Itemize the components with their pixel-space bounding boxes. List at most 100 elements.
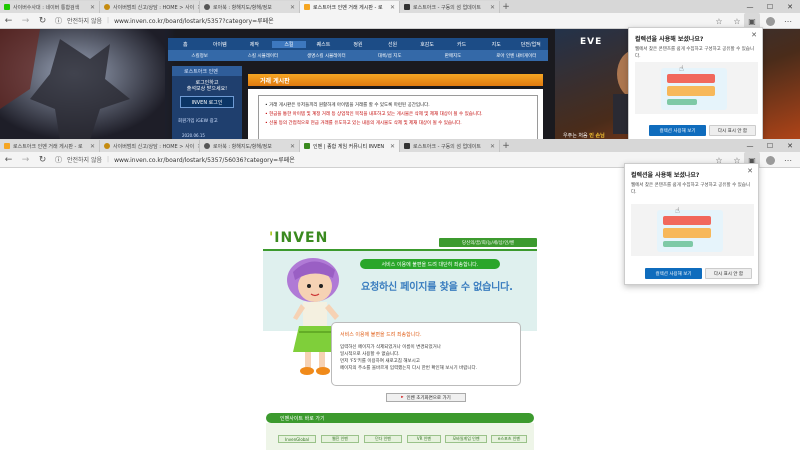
maximize-icon[interactable]: ☐ [760, 139, 780, 152]
close-tab-icon[interactable]: ✕ [90, 143, 95, 150]
inven-sub-menu: 스킬정보 스킬 시뮬레이터 생명스킬 시뮬레이터 대륙/섬 지도 판매지도 로아… [168, 50, 548, 61]
menu-rapport[interactable]: 호감도 [410, 41, 445, 48]
close-tab-icon[interactable]: ✕ [290, 143, 295, 150]
new-tab-button[interactable]: + [500, 140, 512, 152]
shortcut-header: 인벤사이트 바로 가기 [266, 413, 534, 423]
close-tab-icon[interactable]: ✕ [290, 4, 295, 11]
side-date: 2020.06.15 [182, 133, 205, 138]
menu-card[interactable]: 카드 [444, 41, 479, 48]
naver-favicon-icon [4, 4, 10, 10]
close-window-icon[interactable]: ✕ [780, 0, 800, 13]
profile-avatar[interactable] [762, 152, 778, 168]
menu-home[interactable]: 홈 [168, 41, 203, 48]
forward-icon[interactable]: → [17, 152, 34, 168]
submenu-sale-map[interactable]: 판매지도 [421, 53, 484, 59]
site-link[interactable]: e스포츠 인벤 [491, 435, 527, 443]
close-popup-icon[interactable]: ✕ [751, 31, 757, 39]
top-links[interactable]: 당신의/꿈/희/능/세/상/인/벤 [439, 238, 537, 247]
info-icon[interactable]: ⓘ [55, 16, 62, 26]
submenu-skill-sim[interactable]: 스킬 시뮬레이터 [231, 53, 294, 59]
forward-icon[interactable]: → [17, 13, 34, 29]
tab-lostark-update[interactable]: 로스트아크 - 구동의 섬 업데이트 ✕ [400, 1, 500, 13]
apology-banner: 서비스 이용에 불편을 드려 대단히 죄송합니다. [360, 259, 500, 269]
url-field[interactable]: ⓘ 안전하지 않음 | www.inven.co.kr/board/lostar… [55, 155, 295, 165]
tab-inven-community[interactable]: 인벤 | 종합 게임 커뮤니티 INVEN ✕ [300, 140, 400, 152]
back-icon[interactable]: ← [0, 13, 17, 29]
menu-crew[interactable]: 선원 [375, 41, 410, 48]
tab-cyber-crime[interactable]: 사이버범죄 신고/상담 : HOME > 사이✕ [100, 1, 200, 13]
window-controls: — ☐ ✕ [740, 0, 800, 13]
submenu-navigator[interactable]: 로아 인벤 내비게이터 [485, 53, 548, 59]
tab-inven-trade-board[interactable]: 로스트아크 인벤 거래 게시판 - 로 ✕ [0, 140, 100, 152]
tab-loabook[interactable]: 로아북 : 항해지도/항해/정보 ✕ [200, 1, 300, 13]
popup-title: 컬렉션을 사용해 보셨나요? [631, 172, 700, 179]
loabook-favicon-icon [204, 143, 210, 149]
menu-map[interactable]: 지도 [479, 41, 514, 48]
close-tab-icon[interactable]: ✕ [490, 4, 495, 11]
dont-show-again-button[interactable]: 다시 표시 안 함 [709, 125, 756, 136]
dont-show-again-button[interactable]: 다시 표시 안 함 [705, 268, 752, 279]
loabook-favicon-icon [204, 4, 210, 10]
site-link[interactable]: InvenGlobal [278, 435, 316, 443]
police-favicon-icon [104, 4, 110, 10]
minimize-icon[interactable]: — [740, 0, 760, 13]
login-prompt: 로그인하고 출석보상 받으세요! [186, 80, 228, 92]
tab-bar: 로스트아크 인벤 거래 게시판 - 로 ✕ 사이버범죄 신고/상담 : HOME … [0, 139, 800, 152]
menu-craft[interactable]: 제작 [237, 41, 272, 48]
menu-garden[interactable]: 정원 [341, 41, 376, 48]
menu-item[interactable]: 아이템 [203, 41, 238, 48]
top-browser-window: 사이버수사대 : 네이버 통합검색 ✕ 사이버범죄 신고/상담 : HOME > … [0, 0, 800, 140]
tab-cyber-crime[interactable]: 사이버범죄 신고/상담 : HOME > 사이✕ [100, 140, 200, 152]
window-controls: — ☐ ✕ [740, 139, 800, 152]
try-collections-button[interactable]: 컬렉션 사용해 보기 [649, 125, 706, 136]
not-found-message: 요청하신 페이지를 찾을 수 없습니다. [361, 282, 513, 293]
maximize-icon[interactable]: ☐ [760, 0, 780, 13]
more-menu-icon[interactable]: ⋯ [780, 152, 796, 168]
close-popup-icon[interactable]: ✕ [747, 167, 753, 175]
back-icon[interactable]: ← [0, 152, 17, 168]
inven-logo[interactable]: 'INVEN [269, 230, 328, 246]
minimize-icon[interactable]: — [740, 139, 760, 152]
error-message-box: 서비스 이용에 불편을 드려 죄송합니다. 입력하신 페이지가 삭제되었거나 이… [331, 322, 521, 386]
side-links[interactable]: 회원가입 iGEW 광고 [178, 118, 238, 124]
tab-loabook[interactable]: 로아북 : 항해지도/항해/정보 ✕ [200, 140, 300, 152]
submenu-life-skill-sim[interactable]: 생명스킬 시뮬레이터 [295, 53, 358, 59]
site-link[interactable]: 모바일게임 인벤 [445, 435, 487, 443]
close-tab-icon[interactable]: ✕ [390, 4, 395, 11]
site-link[interactable]: 던다 인벤 [364, 435, 402, 443]
profile-avatar[interactable] [762, 13, 778, 29]
login-panel: 로스트아크 인벤 로그인하고 출석보상 받으세요! INVEN 로그인 회원가입 … [172, 66, 242, 140]
close-tab-icon[interactable]: ✕ [90, 4, 95, 11]
error-content: 'INVEN 당신의/꿈/희/능/세/상/인/벤 서비스 이용에 불편을 드려 … [263, 226, 537, 450]
inven-main-menu: 홈 아이템 제작 스킬 퀘스트 정원 선원 호감도 카드 지도 던전/업적 [168, 38, 548, 50]
collections-illustration: ☝ [635, 62, 758, 114]
error-box-line: 입력하신 페이지가 삭제되었거나 이름이 변경되었거나 [340, 345, 441, 350]
url-field[interactable]: ⓘ 안전하지 않음 | www.inven.co.kr/board/lostar… [55, 16, 274, 26]
popup-title: 컬렉션을 사용해 보셨나요? [635, 36, 704, 43]
close-tab-icon[interactable]: ✕ [390, 143, 395, 150]
submenu-island-map[interactable]: 대륙/섬 지도 [358, 53, 421, 59]
submenu-skill-info[interactable]: 스킬정보 [168, 53, 231, 59]
menu-dungeon[interactable]: 던전/업적 [513, 41, 548, 48]
inven-login-button[interactable]: INVEN 로그인 [180, 96, 234, 108]
lostark-favicon-icon [404, 4, 410, 10]
tab-lostark-update[interactable]: 로스트아크 - 구동의 섬 업데이트 ✕ [400, 140, 500, 152]
refresh-icon[interactable]: ↻ [34, 152, 51, 168]
new-tab-button[interactable]: + [500, 1, 512, 13]
tab-inven-trade-board[interactable]: 로스트아크 인벤 거래 게시판 - 로 ✕ [300, 1, 400, 13]
site-link[interactable]: VR 인벤 [407, 435, 441, 443]
refresh-icon[interactable]: ↻ [34, 13, 51, 29]
menu-quest[interactable]: 퀘스트 [306, 41, 341, 48]
more-menu-icon[interactable]: ⋯ [780, 13, 796, 29]
close-window-icon[interactable]: ✕ [780, 139, 800, 152]
tab-naver-search[interactable]: 사이버수사대 : 네이버 통합검색 ✕ [0, 1, 100, 13]
go-home-button[interactable]: ▸ 인벤 초기화면으로 가기 [386, 393, 466, 402]
menu-skill[interactable]: 스킬 [271, 40, 307, 48]
login-panel-title: 로스트아크 인벤 [172, 66, 242, 76]
info-icon[interactable]: ⓘ [55, 155, 62, 165]
notice-line: • 현금을 통한 아이템 및 계정 거래 등 상업적인 목적을 내포하고 있는 … [265, 112, 483, 117]
close-tab-icon[interactable]: ✕ [490, 143, 495, 150]
try-collections-button[interactable]: 컬렉션 사용해 보기 [645, 268, 702, 279]
board-notice: • 거래 게시판은 유저들끼리 원활하게 아이템을 거래를 할 수 있도록 마련… [258, 95, 538, 140]
site-link[interactable]: 웹진 인벤 [321, 435, 359, 443]
